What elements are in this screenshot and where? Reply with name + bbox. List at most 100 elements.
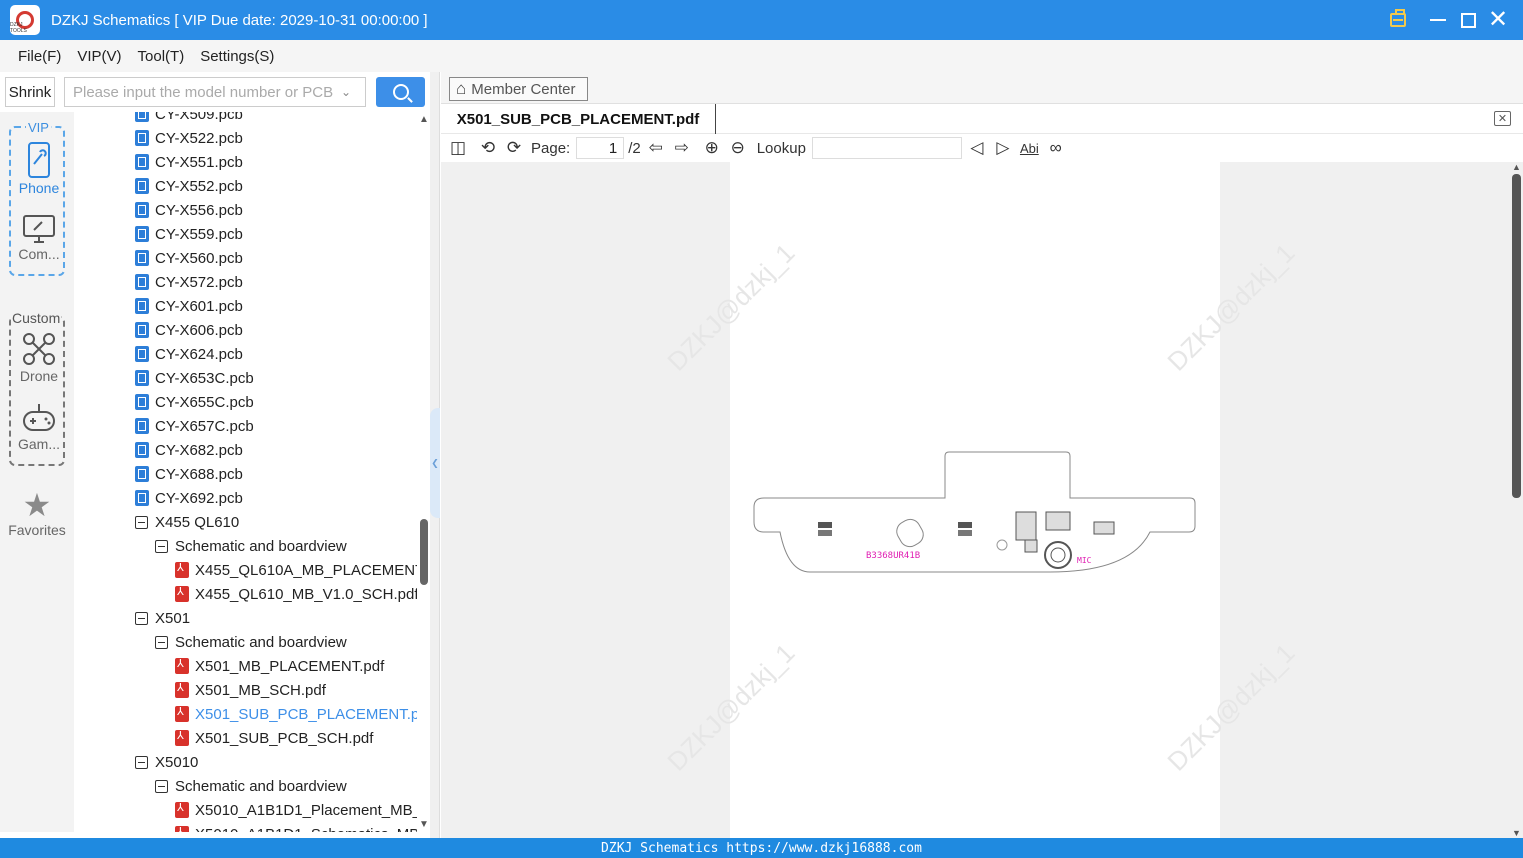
search-button[interactable]: [376, 77, 425, 107]
app-logo-icon: DZKJ TOOLS: [10, 5, 40, 35]
tree-folder[interactable]: X501: [135, 606, 190, 630]
tree-item-label: CY-X688.pcb: [155, 465, 243, 483]
viewer-scroll-thumb[interactable]: [1512, 174, 1521, 498]
rotate-left-icon[interactable]: ⟲: [477, 137, 499, 159]
minimize-button[interactable]: [1423, 0, 1453, 40]
find-next-icon[interactable]: ▷: [992, 137, 1014, 159]
tree-file[interactable]: X501_MB_PLACEMENT.pdf: [175, 654, 384, 678]
chevron-down-icon[interactable]: ⌄: [341, 85, 351, 99]
tree-file[interactable]: CY-X551.pcb: [135, 150, 243, 174]
tree-file[interactable]: CY-X657C.pcb: [135, 414, 254, 438]
close-all-tabs-button[interactable]: ✕: [1494, 111, 1511, 126]
pcb-file-icon: [135, 202, 149, 218]
menu-tool[interactable]: Tool(T): [138, 48, 185, 65]
tree-file[interactable]: CY-X601.pcb: [135, 294, 243, 318]
previous-page-icon[interactable]: ⇦: [645, 137, 667, 159]
tree-file[interactable]: X501_SUB_PCB_PLACEMENT.pdf: [175, 702, 417, 726]
pcb-file-icon: [135, 130, 149, 146]
rotate-right-icon[interactable]: ⟳: [503, 137, 525, 159]
match-case-button[interactable]: Abi: [1020, 137, 1039, 159]
part-label: B3368UR41B: [866, 551, 920, 561]
tree-folder[interactable]: X5010: [135, 750, 198, 774]
tree-file[interactable]: CY-X572.pcb: [135, 270, 243, 294]
tree-file[interactable]: CY-X655C.pcb: [135, 390, 254, 414]
tree-file[interactable]: X5010_A1B1D1_Schematics_MB_V: [175, 822, 417, 832]
vip-bag-button[interactable]: [1383, 0, 1413, 40]
collapse-panel-button[interactable]: ❮: [430, 408, 440, 518]
tree-item-label: CY-X655C.pcb: [155, 393, 254, 411]
tree-scrollbar[interactable]: ▲ ▼: [418, 112, 430, 832]
next-page-icon[interactable]: ⇨: [671, 137, 693, 159]
member-center-button[interactable]: ⌂ Member Center: [449, 77, 588, 101]
binoculars-icon[interactable]: ∞: [1045, 137, 1067, 159]
menu-vip[interactable]: VIP(V): [77, 48, 121, 65]
tree-file[interactable]: CY-X624.pcb: [135, 342, 243, 366]
scroll-up-icon[interactable]: ▲: [1512, 162, 1521, 172]
shrink-button[interactable]: Shrink: [5, 77, 55, 107]
menu-bar: File(F) VIP(V) Tool(T) Settings(S): [0, 40, 1523, 72]
tree-item-label: X455 QL610: [155, 513, 240, 531]
menu-file[interactable]: File(F): [18, 48, 61, 65]
tree-item-label: Schematic and boardview: [175, 633, 347, 651]
collapse-toggle-icon[interactable]: [135, 611, 148, 625]
tree-file[interactable]: CY-X559.pcb: [135, 222, 243, 246]
collapse-toggle-icon[interactable]: [155, 635, 168, 649]
rail-item-phone[interactable]: Phone: [11, 142, 67, 196]
scroll-down-icon[interactable]: ▼: [419, 819, 429, 830]
tree-file[interactable]: X455_QL610A_MB_PLACEMENT_V: [175, 558, 417, 582]
scroll-up-icon[interactable]: ▲: [419, 114, 429, 125]
tree-folder[interactable]: X455 QL610: [135, 510, 239, 534]
tree-file[interactable]: CY-X606.pcb: [135, 318, 243, 342]
tree-file[interactable]: X501_SUB_PCB_SCH.pdf: [175, 726, 373, 750]
tree-folder[interactable]: Schematic and boardview: [155, 774, 347, 798]
search-input[interactable]: [73, 83, 341, 101]
collapse-toggle-icon[interactable]: [135, 755, 148, 769]
tree-file[interactable]: CY-X560.pcb: [135, 246, 243, 270]
tree-file[interactable]: X455_QL610_MB_V1.0_SCH.pdf: [175, 582, 417, 606]
custom-group-label: Custom: [11, 310, 62, 326]
tree-item-label: X5010_A1B1D1_Schematics_MB_V: [195, 826, 417, 833]
tree-file[interactable]: CY-X653C.pcb: [135, 366, 254, 390]
menu-settings[interactable]: Settings(S): [200, 48, 274, 65]
collapse-toggle-icon[interactable]: [135, 515, 148, 529]
rail-item-computer[interactable]: Com...: [11, 214, 67, 262]
page-label: Page:: [531, 139, 571, 157]
custom-group: Custom Drone Gam...: [9, 310, 67, 466]
tree-file[interactable]: X501_MB_SCH.pdf: [175, 678, 326, 702]
tree-item-label: CY-X682.pcb: [155, 441, 243, 459]
tree-file[interactable]: CY-X692.pcb: [135, 486, 243, 510]
tab-document[interactable]: X501_SUB_PCB_PLACEMENT.pdf: [441, 104, 716, 134]
tree-file[interactable]: CY-X688.pcb: [135, 462, 243, 486]
favorites-button[interactable]: ★ Favorites: [0, 488, 74, 538]
tree-folder[interactable]: Schematic and boardview: [155, 534, 347, 558]
scroll-down-icon[interactable]: ▼: [1512, 828, 1521, 838]
pdf-file-icon: [175, 585, 189, 602]
zoom-out-icon[interactable]: ⊖: [727, 137, 749, 159]
close-button[interactable]: ✕: [1483, 0, 1513, 40]
collapse-toggle-icon[interactable]: [155, 779, 168, 793]
zoom-in-icon[interactable]: ⊕: [701, 137, 723, 159]
tree-file[interactable]: CY-X552.pcb: [135, 174, 243, 198]
find-previous-icon[interactable]: ◁: [966, 137, 988, 159]
lookup-input[interactable]: [811, 137, 962, 159]
tree-scroll-thumb[interactable]: [420, 519, 428, 585]
tree-file[interactable]: X5010_A1B1D1_Placement_MB_V: [175, 798, 417, 822]
logo-text: DZKJ TOOLS: [10, 22, 27, 34]
pdf-file-icon: [175, 801, 189, 818]
tree-file[interactable]: CY-X556.pcb: [135, 198, 243, 222]
rail-item-game[interactable]: Gam...: [11, 402, 67, 452]
close-icon: ✕: [1497, 113, 1508, 125]
maximize-button[interactable]: [1453, 0, 1483, 40]
tree-file[interactable]: CY-X509.pcb: [135, 112, 243, 126]
tree-file[interactable]: CY-X682.pcb: [135, 438, 243, 462]
rail-item-drone[interactable]: Drone: [11, 332, 67, 384]
two-page-icon[interactable]: ◫: [447, 137, 469, 159]
tree-file[interactable]: CY-X522.pcb: [135, 126, 243, 150]
viewer-scrollbar[interactable]: ▲ ▼: [1510, 162, 1523, 838]
tree-item-label: X501_SUB_PCB_PLACEMENT.pdf: [195, 705, 417, 723]
collapse-toggle-icon[interactable]: [155, 539, 168, 553]
tree-folder[interactable]: Schematic and boardview: [155, 630, 347, 654]
tree-item-label: X501_MB_PLACEMENT.pdf: [195, 657, 385, 675]
page-number-input[interactable]: 1: [576, 137, 625, 159]
window-title: DZKJ Schematics [ VIP Due date: 2029-10-…: [51, 11, 428, 29]
